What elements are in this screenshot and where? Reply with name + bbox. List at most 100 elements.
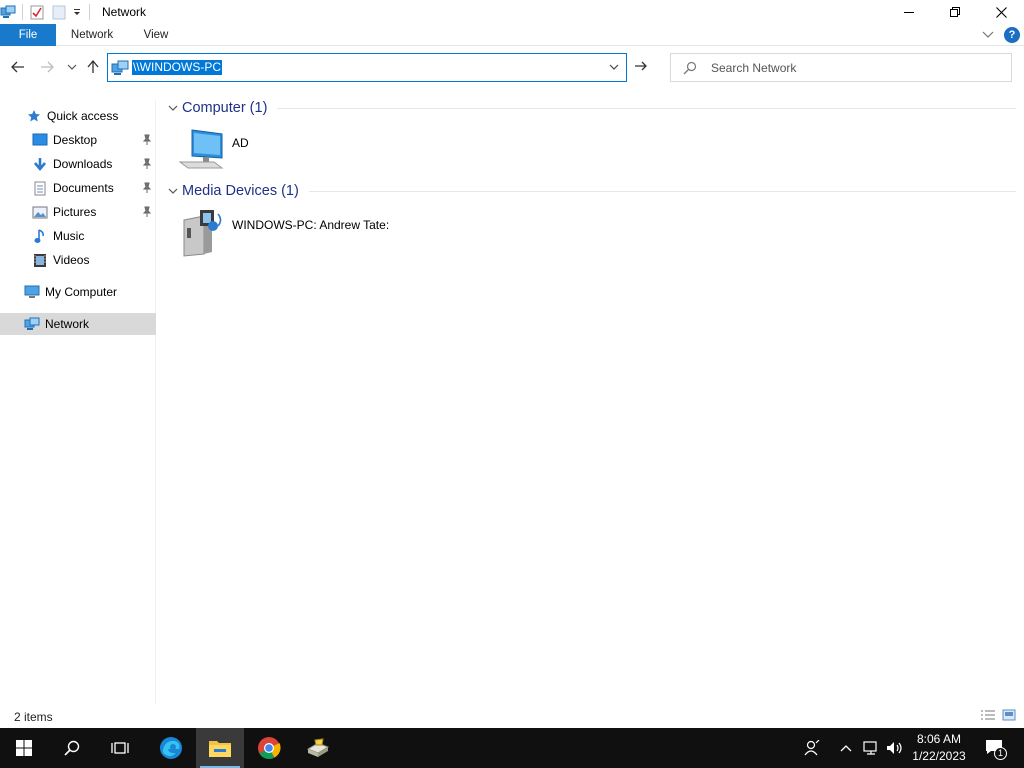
pin-icon	[142, 206, 152, 218]
network-status-button[interactable]	[860, 728, 882, 768]
sidebar-item-documents[interactable]: Documents	[0, 177, 156, 199]
address-bar[interactable]: \\WINDOWS-PC	[107, 53, 627, 82]
sidebar-item-desktop[interactable]: Desktop	[0, 129, 156, 151]
tab-network[interactable]: Network	[64, 24, 120, 46]
sidebar-item-downloads[interactable]: Downloads	[0, 153, 156, 175]
address-dropdown-icon[interactable]	[608, 61, 620, 73]
up-button[interactable]	[84, 58, 102, 76]
tab-file[interactable]: File	[0, 24, 56, 46]
pin-icon	[142, 182, 152, 194]
item-computer-ad[interactable]: AD	[178, 128, 249, 175]
up-arrow-icon	[87, 60, 99, 73]
network-icon	[24, 316, 40, 332]
file-list: Computer (1) AD Media Devices (1) WINDOW…	[160, 96, 1024, 704]
search-input[interactable]	[711, 59, 1001, 77]
taskbar-app[interactable]	[294, 728, 342, 768]
taskbar-chrome[interactable]	[245, 728, 293, 768]
restore-button[interactable]	[932, 0, 978, 24]
wired-network-icon	[863, 741, 877, 755]
sidebar-item-network[interactable]: Network	[0, 313, 156, 335]
download-icon	[32, 156, 48, 172]
computer-icon	[24, 284, 40, 300]
restore-icon	[950, 7, 960, 17]
network-icon[interactable]	[0, 4, 16, 20]
close-button[interactable]	[978, 0, 1024, 24]
pin-icon	[142, 158, 152, 170]
back-button[interactable]	[9, 58, 27, 76]
search-icon	[64, 740, 80, 756]
large-icons-view-icon[interactable]	[1002, 709, 1016, 724]
start-button[interactable]	[0, 728, 48, 768]
group-divider	[277, 107, 1016, 109]
sidebar-item-videos[interactable]: Videos	[0, 249, 156, 271]
clock-date: 1/22/2023	[912, 749, 966, 763]
group-divider	[308, 190, 1016, 192]
minimize-button[interactable]	[886, 0, 932, 24]
notification-icon: 1	[983, 738, 1007, 760]
close-icon	[995, 6, 1007, 18]
network-icon	[111, 60, 129, 76]
go-button[interactable]	[633, 59, 651, 75]
windows-start-icon	[16, 740, 32, 756]
pin-icon	[142, 134, 152, 146]
volume-button[interactable]	[884, 728, 906, 768]
people-icon	[804, 740, 820, 756]
group-title: Media Devices	[182, 183, 278, 199]
group-count: (1)	[249, 100, 268, 116]
app-icon	[306, 738, 330, 757]
taskbar-search-button[interactable]	[48, 728, 96, 768]
toolbar-divider	[22, 4, 23, 20]
help-icon[interactable]: ?	[1004, 27, 1020, 43]
group-header-media-devices[interactable]: Media Devices (1)	[160, 180, 1016, 202]
item-label: AD	[232, 136, 249, 150]
group-header-computer[interactable]: Computer (1)	[160, 97, 1016, 119]
address-path[interactable]: \\WINDOWS-PC	[132, 60, 222, 75]
group-count: (1)	[281, 183, 299, 199]
chrome-icon	[258, 737, 281, 759]
sidebar-item-label: Downloads	[53, 157, 113, 171]
sidebar-item-pictures[interactable]: Pictures	[0, 201, 156, 223]
sidebar-item-label: Desktop	[53, 133, 98, 147]
navigation-bar: \\WINDOWS-PC	[0, 52, 1024, 82]
show-hidden-icons-button[interactable]	[836, 728, 856, 768]
desktop-icon	[32, 132, 48, 148]
system-clock[interactable]: 8:06 AM 1/22/2023	[908, 731, 970, 765]
chevron-down-icon	[67, 64, 77, 70]
expand-ribbon-icon[interactable]	[982, 28, 994, 42]
view-switcher	[980, 709, 1016, 724]
taskbar-edge[interactable]	[147, 728, 195, 768]
sidebar-item-label: Videos	[53, 253, 90, 267]
forward-button[interactable]	[38, 58, 56, 76]
action-center-button[interactable]: 1	[980, 728, 1008, 768]
sidebar-item-label: Quick access	[47, 109, 119, 123]
edge-icon	[160, 737, 182, 759]
search-box[interactable]	[670, 53, 1012, 82]
title-bar: Network	[0, 0, 1024, 24]
ribbon-tabs: File Network View ?	[0, 24, 1024, 46]
tab-view[interactable]: View	[136, 24, 176, 46]
taskbar-file-explorer[interactable]	[196, 728, 244, 768]
computer-icon	[178, 128, 226, 175]
customize-dropdown-icon[interactable]	[71, 4, 83, 20]
file-explorer-icon	[209, 741, 231, 757]
details-view-icon[interactable]	[980, 709, 996, 724]
quick-access-toolbar	[0, 0, 96, 24]
people-button[interactable]	[800, 728, 824, 768]
task-view-button[interactable]	[96, 728, 144, 768]
item-media-device-windows-pc[interactable]: WINDOWS-PC: Andrew Tate:	[180, 210, 389, 261]
videos-icon	[32, 252, 48, 268]
notification-badge: 1	[994, 747, 1007, 760]
toolbar-divider	[89, 4, 90, 20]
properties-icon[interactable]	[29, 4, 45, 20]
recent-locations-button[interactable]	[63, 58, 81, 76]
sidebar-item-music[interactable]: Music	[0, 225, 156, 247]
item-count: 2 items	[14, 710, 53, 724]
clock-time: 8:06 AM	[916, 732, 962, 746]
sidebar-item-my-computer[interactable]: My Computer	[0, 281, 156, 303]
pictures-icon	[32, 204, 48, 220]
sidebar-item-quick-access[interactable]: Quick access	[0, 105, 156, 127]
new-folder-icon[interactable]	[51, 4, 67, 20]
go-arrow-icon	[635, 61, 647, 71]
sidebar-item-label: Documents	[53, 181, 114, 195]
status-bar: 2 items	[0, 706, 1024, 728]
